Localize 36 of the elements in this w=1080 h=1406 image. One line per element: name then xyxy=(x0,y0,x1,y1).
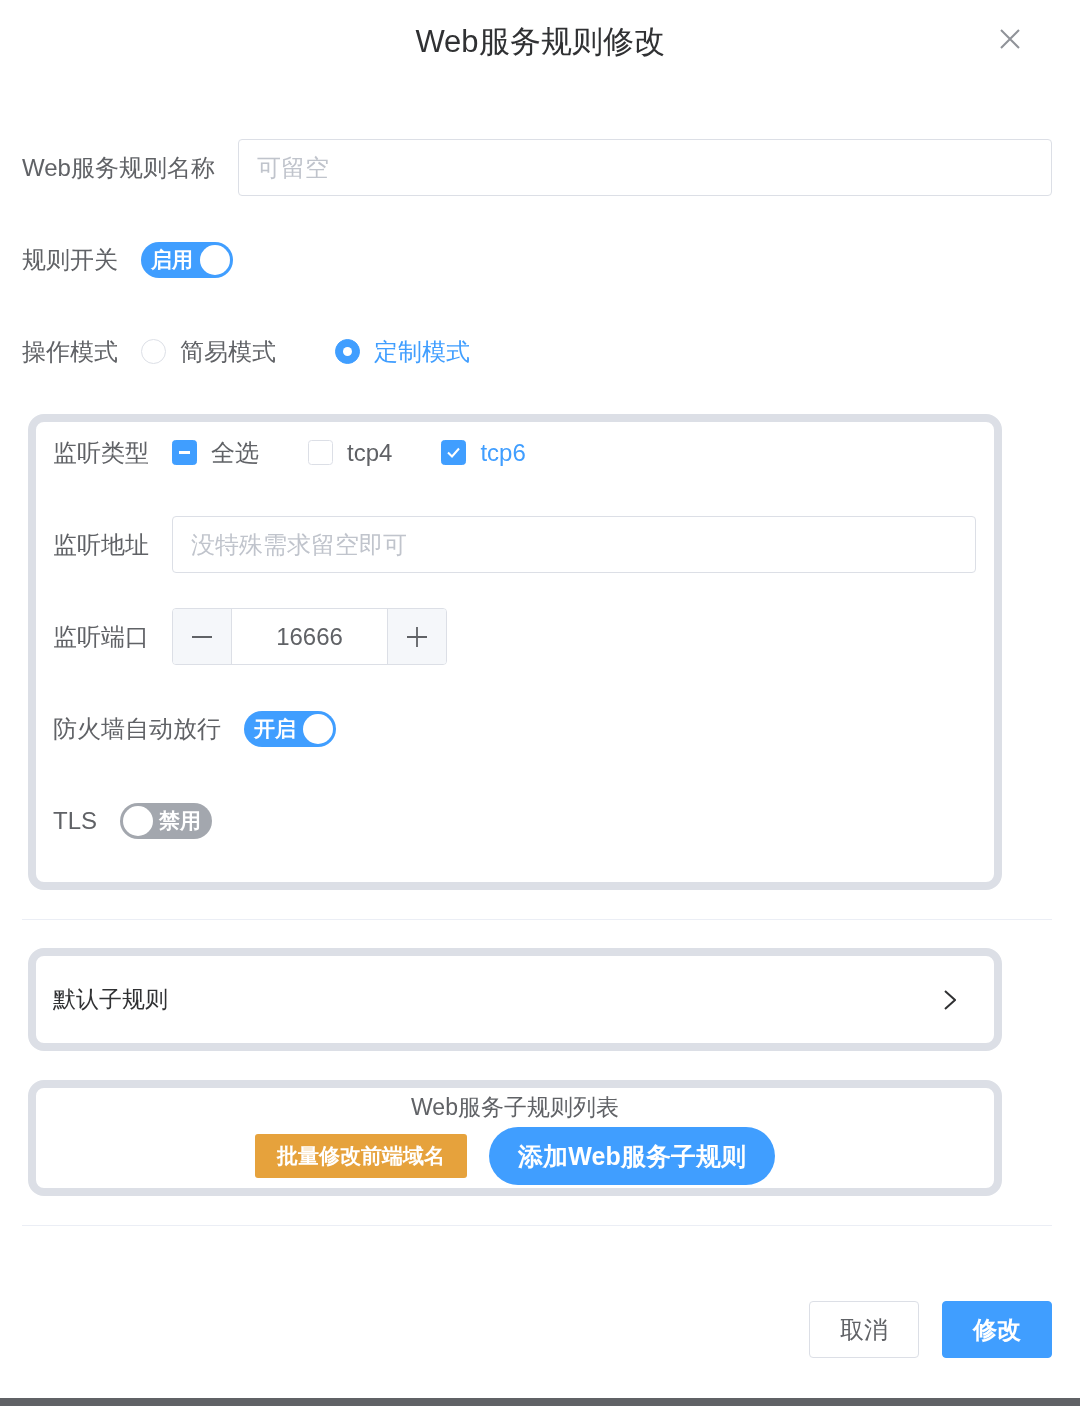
plus-icon xyxy=(407,626,427,647)
field-label: 防火墙自动放行 xyxy=(53,713,221,744)
toggle-switch[interactable]: 禁用 xyxy=(120,802,212,839)
chevron-right-icon xyxy=(944,989,956,1010)
radio-label[interactable]: 简易模式 xyxy=(180,335,276,368)
field-label: 监听端口 xyxy=(53,621,149,652)
radio-button[interactable] xyxy=(335,339,360,364)
checkbox-label[interactable]: tcp4 xyxy=(347,438,393,467)
rule-name-input[interactable]: 可留空 xyxy=(237,139,1052,196)
minus-icon xyxy=(192,635,212,638)
cancel-button[interactable]: 取消 xyxy=(809,1301,919,1358)
dialog-title: Web服务规则修改 xyxy=(415,23,665,61)
default-subrule-card[interactable]: 默认子规则 xyxy=(28,948,1002,1051)
close-icon[interactable] xyxy=(1000,29,1020,49)
field-label: Web服务规则名称 xyxy=(22,152,215,183)
checkbox[interactable] xyxy=(441,440,467,465)
confirm-button[interactable]: 修改 xyxy=(942,1301,1052,1358)
checkbox-label[interactable]: tcp6 xyxy=(480,438,526,467)
subrule-list-title: Web服务子规则列表 xyxy=(411,1093,619,1122)
action-button[interactable]: 批量修改前端域名 xyxy=(255,1134,468,1178)
checkbox-label[interactable]: 全选 xyxy=(211,436,259,469)
field-label: 监听地址 xyxy=(53,529,149,560)
field-label: TLS xyxy=(53,806,97,835)
action-button[interactable]: 添加Web服务子规则 xyxy=(489,1127,775,1185)
field-label: 监听类型 xyxy=(53,437,149,468)
port-number-input[interactable]: 16666 xyxy=(172,608,447,665)
default-subrule-label: 默认子规则 xyxy=(53,985,168,1014)
toggle-switch[interactable]: 启用 xyxy=(141,241,233,278)
checkbox[interactable] xyxy=(172,440,197,465)
port-value-field[interactable]: 16666 xyxy=(232,609,387,664)
listen-address-input[interactable]: 没特殊需求留空即可 xyxy=(172,516,976,573)
radio-label[interactable]: 定制模式 xyxy=(374,335,470,368)
field-label: 规则开关 xyxy=(22,244,118,275)
toggle-switch[interactable]: 开启 xyxy=(244,710,336,747)
increment-button[interactable] xyxy=(387,609,446,664)
field-label: 操作模式 xyxy=(22,336,118,367)
